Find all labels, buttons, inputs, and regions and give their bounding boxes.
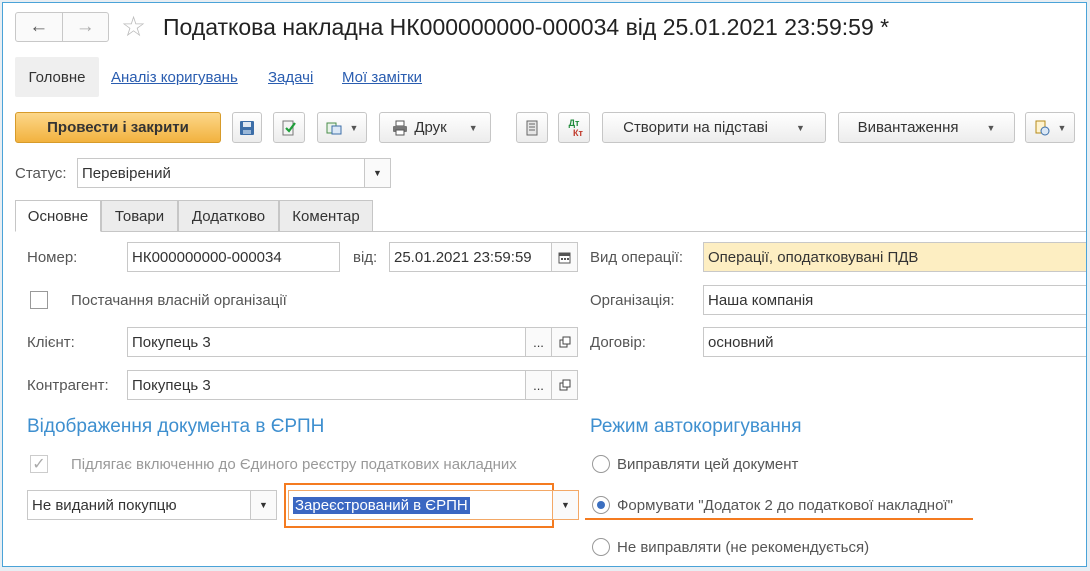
status-label: Статус: — [15, 165, 67, 182]
status-dropdown-button[interactable]: ▼ — [364, 158, 391, 188]
client-select-button[interactable]: ... — [525, 327, 552, 357]
open-window-icon — [559, 379, 570, 391]
registration-status-value: Зареєстрований в ЄРПН — [293, 496, 470, 514]
number-label: Номер: — [27, 249, 78, 266]
chevron-down-icon: ▼ — [468, 122, 478, 133]
radio-selected-dot — [597, 501, 605, 509]
calendar-button[interactable] — [551, 242, 578, 272]
counterparty-field[interactable]: Покупець 3 — [127, 370, 526, 400]
radio-dont-fix-label: Не виправляти (не рекомендується) — [617, 539, 870, 556]
counterparty-label: Контрагент: — [27, 377, 109, 394]
tab-main[interactable]: Головне — [15, 57, 99, 97]
radio-form-appendix-label: Формувати "Додаток 2 до податкової накла… — [617, 497, 953, 514]
erpn-include-checkbox: ✓ — [30, 455, 48, 473]
dt-kt-button[interactable]: Дт Кт — [558, 112, 590, 143]
autocorrection-section-title: Режим автокоригування — [590, 416, 802, 437]
chevron-down-icon: ▼ — [986, 122, 996, 133]
chevron-down-icon: ▼ — [349, 122, 359, 133]
post-document-icon — [282, 120, 296, 135]
dt-kt-icon: Дт — [568, 117, 580, 128]
registration-status-dropdown-button[interactable]: ▼ — [552, 490, 579, 520]
radio-form-appendix[interactable] — [592, 496, 610, 514]
chevron-down-icon: ▼ — [795, 122, 805, 133]
counterparty-select-button[interactable]: ... — [525, 370, 552, 400]
chevron-down-icon: ▼ — [373, 168, 382, 178]
client-open-button[interactable] — [551, 327, 578, 357]
print-button[interactable]: Друк ▼ — [379, 112, 491, 143]
export-button[interactable]: Вивантаження ▼ — [838, 112, 1015, 143]
highlight-underline — [585, 518, 973, 520]
document-window: ← → ☆ Податкова накладна НК000000000-000… — [2, 2, 1087, 567]
report-list-icon — [526, 120, 538, 135]
registration-status-field[interactable]: Зареєстрований в ЄРПН — [288, 490, 553, 520]
erpn-section-title: Відображення документа в ЄРПН — [27, 416, 325, 437]
tab-goods[interactable]: Товари — [101, 200, 178, 232]
status-field[interactable]: Перевірений — [77, 158, 365, 188]
contract-field[interactable]: основний — [703, 327, 1086, 357]
organization-field[interactable]: Наша компанія — [703, 285, 1086, 315]
post-and-close-button[interactable]: Провести і закрити — [15, 112, 221, 143]
link-analysis[interactable]: Аналіз коригувань — [111, 69, 238, 86]
radio-fix-document-label: Виправляти цей документ — [617, 456, 799, 473]
link-notes[interactable]: Мої замітки — [342, 69, 422, 86]
own-org-label: Постачання власній організації — [71, 292, 287, 309]
related-docs-button[interactable]: ▼ — [317, 112, 367, 143]
organization-label: Організація: — [590, 292, 675, 309]
erpn-include-label: Підлягає включенню до Єдиного реєстру по… — [71, 456, 517, 473]
floppy-disk-icon — [240, 120, 254, 135]
forward-button[interactable]: → — [61, 13, 109, 41]
export-label: Вивантаження — [857, 119, 959, 136]
tab-additional[interactable]: Додатково — [178, 200, 279, 232]
save-button[interactable] — [232, 112, 262, 143]
client-label: Клієнт: — [27, 334, 75, 351]
chevron-down-icon: ▼ — [561, 500, 570, 510]
number-field[interactable]: НК000000000-000034 — [127, 242, 340, 272]
radio-dont-fix[interactable] — [592, 538, 610, 556]
client-field[interactable]: Покупець 3 — [127, 327, 526, 357]
printer-icon — [393, 120, 408, 135]
chevron-down-icon: ▼ — [1057, 122, 1067, 133]
own-org-checkbox[interactable] — [30, 291, 48, 309]
issue-status-field[interactable]: Не виданий покупцю — [27, 490, 251, 520]
back-button[interactable]: ← — [16, 13, 62, 41]
dt-kt-icon-bottom: Кт — [573, 127, 583, 138]
attachments-button[interactable]: ▼ — [1025, 112, 1075, 143]
open-window-icon — [559, 336, 570, 348]
tab-comment[interactable]: Коментар — [279, 200, 373, 232]
document-clock-icon — [1035, 120, 1050, 135]
tab-underline — [101, 231, 1086, 232]
create-based-on-button[interactable]: Створити на підставі ▼ — [602, 112, 826, 143]
issue-status-dropdown-button[interactable]: ▼ — [250, 490, 277, 520]
date-field[interactable]: 25.01.2021 23:59:59 — [389, 242, 552, 272]
contract-label: Договір: — [590, 334, 646, 351]
radio-fix-document[interactable] — [592, 455, 610, 473]
report-button[interactable] — [516, 112, 548, 143]
tab-basic[interactable]: Основне — [15, 200, 101, 232]
print-button-label: Друк — [414, 119, 447, 136]
date-label: від: — [353, 249, 378, 266]
nav-group: ← → — [15, 12, 109, 42]
page-title: Податкова накладна НК000000000-000034 ві… — [163, 14, 890, 40]
favorite-star-icon[interactable]: ☆ — [121, 11, 146, 43]
post-button[interactable] — [273, 112, 305, 143]
counterparty-open-button[interactable] — [551, 370, 578, 400]
calendar-icon — [558, 252, 571, 263]
related-documents-icon — [326, 122, 342, 134]
operation-field[interactable]: Операції, оподатковувані ПДВ — [703, 242, 1086, 272]
create-based-on-label: Створити на підставі — [623, 119, 768, 136]
operation-label: Вид операції: — [590, 249, 684, 266]
link-tasks[interactable]: Задачі — [268, 69, 313, 86]
chevron-down-icon: ▼ — [259, 500, 268, 510]
